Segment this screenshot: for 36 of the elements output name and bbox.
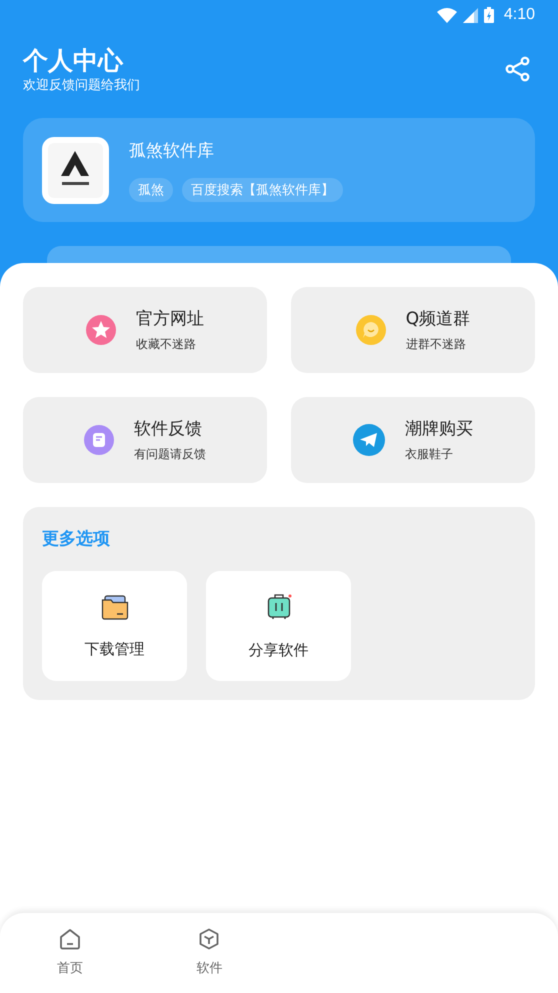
- link-subtitle: 衣服鞋子: [405, 446, 454, 463]
- page-title: 个人中心: [23, 45, 124, 77]
- cube-icon: [198, 928, 220, 950]
- app-logo-icon: [42, 136, 109, 204]
- home-icon: [58, 928, 81, 950]
- folder-icon: [100, 594, 128, 620]
- signal-icon: [462, 8, 478, 22]
- link-title: 软件反馈: [134, 418, 203, 440]
- nav-tab[interactable]: 软件: [140, 913, 279, 993]
- nav-tab[interactable]: 首页: [0, 913, 140, 993]
- link-title: 潮牌购买: [405, 418, 473, 440]
- link-card[interactable]: Q频道群 进群不迷路: [291, 287, 535, 373]
- share-icon[interactable]: [505, 56, 531, 82]
- link-card[interactable]: 官方网址 收藏不迷路: [23, 287, 267, 373]
- link-card[interactable]: 软件反馈 有问题请反馈: [23, 397, 267, 483]
- link-subtitle: 收藏不迷路: [136, 336, 197, 353]
- tag: 孤煞: [129, 178, 173, 202]
- profile-name: 孤煞软件库: [129, 140, 215, 162]
- link-card[interactable]: 潮牌购买 衣服鞋子: [291, 397, 535, 483]
- tag: 百度搜索【孤煞软件库】: [182, 178, 343, 202]
- wifi-icon: [436, 8, 457, 22]
- page-subtitle: 欢迎反馈问题给我们: [23, 78, 140, 94]
- section-title: 更多选项: [42, 528, 111, 550]
- option-label: 下载管理: [84, 640, 144, 658]
- link-title: Q频道群: [406, 308, 470, 330]
- battery-icon: [484, 7, 494, 23]
- link-subtitle: 有问题请反馈: [134, 446, 206, 463]
- option-label: 分享软件: [248, 640, 308, 660]
- link-subtitle: 进群不迷路: [406, 336, 467, 353]
- note-icon: [84, 425, 114, 455]
- option-card[interactable]: 分享软件: [206, 571, 351, 681]
- option-card[interactable]: 下载管理: [42, 571, 187, 681]
- link-title: 官方网址: [136, 308, 204, 330]
- status-time: 4:10: [504, 6, 535, 24]
- paper-plane-icon: [353, 424, 385, 456]
- chat-icon: [356, 315, 386, 345]
